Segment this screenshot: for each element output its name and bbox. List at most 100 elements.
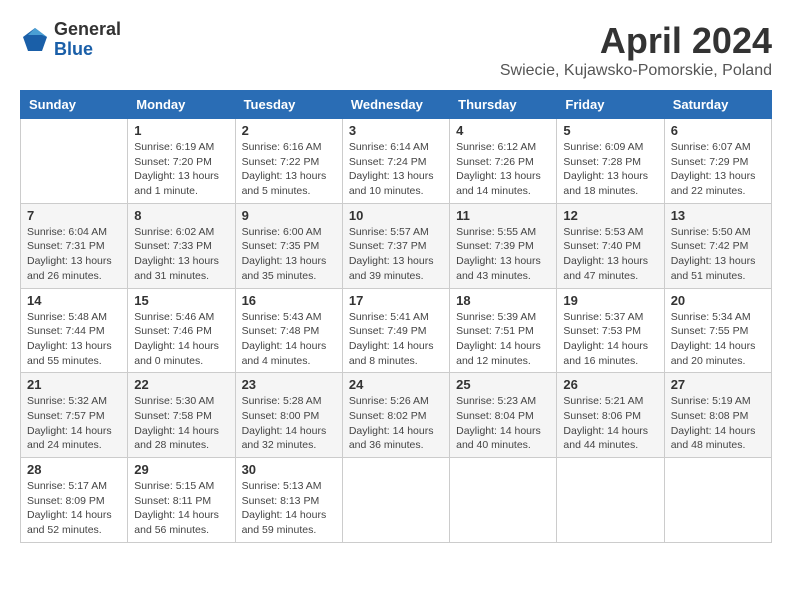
day-info: Sunrise: 5:13 AM Sunset: 8:13 PM Dayligh… [242, 479, 336, 538]
day-info: Sunrise: 5:46 AM Sunset: 7:46 PM Dayligh… [134, 310, 228, 369]
weekday-header: Tuesday [235, 91, 342, 119]
day-number: 21 [27, 377, 121, 392]
day-number: 23 [242, 377, 336, 392]
weekday-header: Wednesday [342, 91, 449, 119]
calendar-day-cell [664, 458, 771, 543]
day-info: Sunrise: 5:28 AM Sunset: 8:00 PM Dayligh… [242, 394, 336, 453]
day-info: Sunrise: 6:19 AM Sunset: 7:20 PM Dayligh… [134, 140, 228, 199]
calendar-day-cell [21, 119, 128, 204]
day-info: Sunrise: 5:55 AM Sunset: 7:39 PM Dayligh… [456, 225, 550, 284]
day-number: 11 [456, 208, 550, 223]
weekday-header: Monday [128, 91, 235, 119]
day-number: 18 [456, 293, 550, 308]
day-info: Sunrise: 6:14 AM Sunset: 7:24 PM Dayligh… [349, 140, 443, 199]
day-info: Sunrise: 5:53 AM Sunset: 7:40 PM Dayligh… [563, 225, 657, 284]
calendar-day-cell [557, 458, 664, 543]
day-number: 19 [563, 293, 657, 308]
calendar-day-cell: 8Sunrise: 6:02 AM Sunset: 7:33 PM Daylig… [128, 203, 235, 288]
calendar-day-cell: 30 Sunrise: 5:13 AM Sunset: 8:13 PM Dayli… [235, 458, 342, 543]
calendar-day-cell: 10 Sunrise: 5:57 AM Sunset: 7:37 PM Dayli… [342, 203, 449, 288]
weekday-header: Thursday [450, 91, 557, 119]
calendar-day-cell: 11 Sunrise: 5:55 AM Sunset: 7:39 PM Dayli… [450, 203, 557, 288]
calendar-day-cell: 5Sunrise: 6:09 AM Sunset: 7:28 PM Daylig… [557, 119, 664, 204]
calendar-day-cell: 19Sunrise: 5:37 AM Sunset: 7:53 PM Dayli… [557, 288, 664, 373]
calendar-day-cell: 16 Sunrise: 5:43 AM Sunset: 7:48 PM Dayli… [235, 288, 342, 373]
calendar-day-cell: 27 Sunrise: 5:19 AM Sunset: 8:08 PM Dayli… [664, 373, 771, 458]
logo-general-text: General [54, 20, 121, 40]
calendar-day-cell: 2 Sunrise: 6:16 AM Sunset: 7:22 PM Daylig… [235, 119, 342, 204]
day-info: Sunrise: 6:09 AM Sunset: 7:28 PM Dayligh… [563, 140, 657, 199]
day-number: 9 [242, 208, 336, 223]
day-info: Sunrise: 5:50 AM Sunset: 7:42 PM Dayligh… [671, 225, 765, 284]
day-number: 2 [242, 123, 336, 138]
day-number: 15 [134, 293, 228, 308]
day-number: 10 [349, 208, 443, 223]
day-number: 26 [563, 377, 657, 392]
calendar-day-cell: 18 Sunrise: 5:39 AM Sunset: 7:51 PM Dayli… [450, 288, 557, 373]
calendar-week-row: 7 Sunrise: 6:04 AM Sunset: 7:31 PM Daylig… [21, 203, 772, 288]
calendar-day-cell: 23 Sunrise: 5:28 AM Sunset: 8:00 PM Dayli… [235, 373, 342, 458]
day-number: 12 [563, 208, 657, 223]
day-number: 3 [349, 123, 443, 138]
calendar-day-cell: 13 Sunrise: 5:50 AM Sunset: 7:42 PM Dayli… [664, 203, 771, 288]
calendar-day-cell: 14 Sunrise: 5:48 AM Sunset: 7:44 PM Dayli… [21, 288, 128, 373]
calendar-day-cell: 25 Sunrise: 5:23 AM Sunset: 8:04 PM Dayli… [450, 373, 557, 458]
day-number: 20 [671, 293, 765, 308]
calendar-day-cell [342, 458, 449, 543]
day-number: 28 [27, 462, 121, 477]
calendar-day-cell [450, 458, 557, 543]
calendar-header-row: SundayMondayTuesdayWednesdayThursdayFrid… [21, 91, 772, 119]
day-number: 14 [27, 293, 121, 308]
day-info: Sunrise: 5:19 AM Sunset: 8:08 PM Dayligh… [671, 394, 765, 453]
day-number: 22 [134, 377, 228, 392]
day-info: Sunrise: 5:32 AM Sunset: 7:57 PM Dayligh… [27, 394, 121, 453]
day-info: Sunrise: 6:12 AM Sunset: 7:26 PM Dayligh… [456, 140, 550, 199]
calendar-day-cell: 1Sunrise: 6:19 AM Sunset: 7:20 PM Daylig… [128, 119, 235, 204]
day-info: Sunrise: 5:34 AM Sunset: 7:55 PM Dayligh… [671, 310, 765, 369]
weekday-header: Saturday [664, 91, 771, 119]
day-info: Sunrise: 5:41 AM Sunset: 7:49 PM Dayligh… [349, 310, 443, 369]
day-number: 30 [242, 462, 336, 477]
location-title: Swiecie, Kujawsko-Pomorskie, Poland [500, 62, 772, 80]
calendar-day-cell: 9 Sunrise: 6:00 AM Sunset: 7:35 PM Daylig… [235, 203, 342, 288]
day-info: Sunrise: 5:48 AM Sunset: 7:44 PM Dayligh… [27, 310, 121, 369]
day-info: Sunrise: 5:57 AM Sunset: 7:37 PM Dayligh… [349, 225, 443, 284]
day-info: Sunrise: 6:00 AM Sunset: 7:35 PM Dayligh… [242, 225, 336, 284]
day-info: Sunrise: 5:15 AM Sunset: 8:11 PM Dayligh… [134, 479, 228, 538]
day-info: Sunrise: 6:04 AM Sunset: 7:31 PM Dayligh… [27, 225, 121, 284]
day-number: 16 [242, 293, 336, 308]
calendar-day-cell: 28 Sunrise: 5:17 AM Sunset: 8:09 PM Dayli… [21, 458, 128, 543]
month-title: April 2024 [500, 20, 772, 62]
logo: General Blue [20, 20, 121, 60]
day-info: Sunrise: 5:39 AM Sunset: 7:51 PM Dayligh… [456, 310, 550, 369]
day-number: 4 [456, 123, 550, 138]
day-number: 13 [671, 208, 765, 223]
calendar-day-cell: 4 Sunrise: 6:12 AM Sunset: 7:26 PM Daylig… [450, 119, 557, 204]
day-number: 7 [27, 208, 121, 223]
logo-icon [20, 25, 50, 55]
header: General Blue April 2024 Swiecie, Kujawsk… [20, 20, 772, 80]
calendar-day-cell: 15 Sunrise: 5:46 AM Sunset: 7:46 PM Dayli… [128, 288, 235, 373]
calendar-day-cell: 29 Sunrise: 5:15 AM Sunset: 8:11 PM Dayli… [128, 458, 235, 543]
day-info: Sunrise: 6:16 AM Sunset: 7:22 PM Dayligh… [242, 140, 336, 199]
day-number: 29 [134, 462, 228, 477]
day-number: 24 [349, 377, 443, 392]
calendar-week-row: 28 Sunrise: 5:17 AM Sunset: 8:09 PM Dayli… [21, 458, 772, 543]
calendar-day-cell: 7 Sunrise: 6:04 AM Sunset: 7:31 PM Daylig… [21, 203, 128, 288]
calendar-week-row: 21 Sunrise: 5:32 AM Sunset: 7:57 PM Dayli… [21, 373, 772, 458]
calendar-day-cell: 3 Sunrise: 6:14 AM Sunset: 7:24 PM Daylig… [342, 119, 449, 204]
calendar-day-cell: 20 Sunrise: 5:34 AM Sunset: 7:55 PM Dayli… [664, 288, 771, 373]
title-area: April 2024 Swiecie, Kujawsko-Pomorskie, … [500, 20, 772, 80]
calendar-week-row: 14 Sunrise: 5:48 AM Sunset: 7:44 PM Dayli… [21, 288, 772, 373]
weekday-header: Friday [557, 91, 664, 119]
day-info: Sunrise: 5:17 AM Sunset: 8:09 PM Dayligh… [27, 479, 121, 538]
day-number: 25 [456, 377, 550, 392]
day-info: Sunrise: 5:43 AM Sunset: 7:48 PM Dayligh… [242, 310, 336, 369]
day-number: 6 [671, 123, 765, 138]
calendar-day-cell: 22Sunrise: 5:30 AM Sunset: 7:58 PM Dayli… [128, 373, 235, 458]
day-number: 27 [671, 377, 765, 392]
day-number: 8 [134, 208, 228, 223]
day-info: Sunrise: 6:07 AM Sunset: 7:29 PM Dayligh… [671, 140, 765, 199]
day-info: Sunrise: 5:23 AM Sunset: 8:04 PM Dayligh… [456, 394, 550, 453]
calendar-week-row: 1Sunrise: 6:19 AM Sunset: 7:20 PM Daylig… [21, 119, 772, 204]
